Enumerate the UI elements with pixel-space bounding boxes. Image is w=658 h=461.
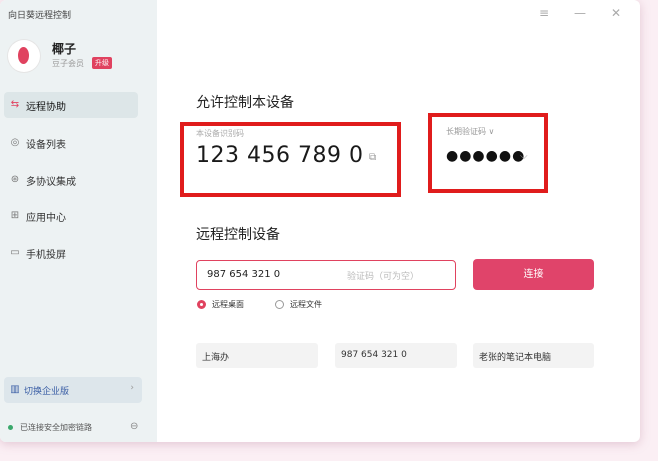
screen-cast-icon: ▭ [10,247,20,258]
lock-icon[interactable]: ⊖ [130,421,138,432]
sidebar-item-remote-assist[interactable]: ⇆ 远程协助 [4,92,138,118]
sidebar: 向日葵远程控制 椰子 豆子会员 升级 ⇆ 远程协助 ◎ 设备列表 ⊛ 多协议集成… [0,0,157,442]
sidebar-item-app-center[interactable]: ⊞ 应用中心 [4,203,138,229]
sidebar-item-label: 手机投屏 [26,250,66,261]
recent-location-text: 上海办 [202,353,230,363]
radio-label: 远程桌面 [212,300,244,309]
device-list-icon: ◎ [10,137,20,148]
status-dot [8,425,13,430]
sidebar-item-label: 远程协助 [26,102,66,113]
sidebar-item-screen-cast[interactable]: ▭ 手机投屏 [4,240,138,266]
security-status-text: 已连接安全加密链路 [20,423,92,432]
verification-code-input[interactable]: 验证码（可为空） [347,269,419,282]
user-profile[interactable]: 椰子 豆子会员 升级 [8,38,148,78]
remote-assist-icon: ⇆ [10,99,20,110]
sidebar-item-label: 多协议集成 [26,177,76,188]
member-level: 豆子会员 [52,59,84,68]
sidebar-item-label: 设备列表 [26,140,66,151]
remote-id-input[interactable]: 987 654 321 0 验证码（可为空） [196,260,456,290]
app-title: 向日葵远程控制 [8,11,72,21]
recent-location[interactable]: 上海办 [196,343,318,368]
highlight-box-device-id [180,122,401,197]
sidebar-item-device-list[interactable]: ◎ 设备列表 [4,130,138,156]
radio-label: 远程文件 [290,300,322,309]
section-title-remote: 远程控制设备 [196,227,280,243]
upgrade-badge[interactable]: 升级 [92,57,112,69]
close-button[interactable]: ✕ [608,6,624,20]
radio-remote-file[interactable] [275,300,284,309]
app-grid-icon: ⊞ [10,210,20,221]
recent-device-id[interactable]: 987 654 321 0 [335,343,457,368]
profile-name: 椰子 [52,42,77,56]
app-window: 向日葵远程控制 椰子 豆子会员 升级 ⇆ 远程协助 ◎ 设备列表 ⊛ 多协议集成… [0,0,640,442]
minimize-button[interactable]: — [572,6,588,20]
remote-id-value: 987 654 321 0 [207,269,281,280]
radio-remote-desktop[interactable] [197,300,206,309]
highlight-box-code [428,113,548,193]
building-icon: ▥ [10,384,20,395]
menu-icon[interactable]: ≡ [536,6,552,20]
recent-device-id-text: 987 654 321 0 [341,350,407,360]
recent-device-name[interactable]: 老张的笔记本电脑 [473,343,594,368]
connect-button[interactable]: 连接 [473,259,594,290]
avatar[interactable] [8,40,40,72]
enterprise-label: 切换企业版 [24,387,70,397]
sidebar-item-label: 应用中心 [26,213,66,224]
recent-device-name-text: 老张的笔记本电脑 [479,353,552,363]
switch-enterprise-button[interactable]: ▥ 切换企业版 › [4,377,142,403]
chevron-right-icon: › [130,383,134,393]
protocol-icon: ⊛ [10,174,20,185]
section-title-local: 允许控制本设备 [196,95,294,111]
sidebar-item-protocol[interactable]: ⊛ 多协议集成 [4,167,138,193]
